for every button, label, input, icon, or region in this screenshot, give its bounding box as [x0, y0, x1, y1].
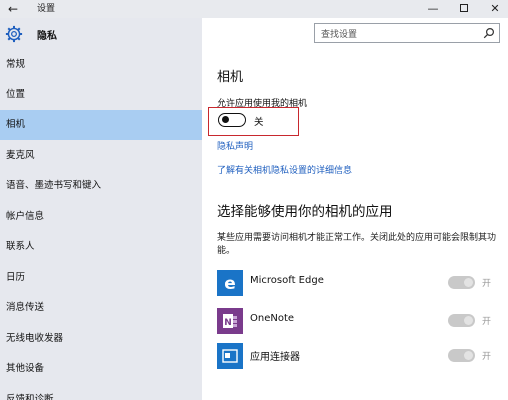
window-title: 设置	[37, 4, 56, 14]
section-title: 选择能够使用你的相机的应用	[217, 204, 393, 220]
maximize-icon	[460, 4, 468, 12]
sidebar-item-calendar[interactable]: 日历	[0, 263, 202, 293]
title-bar: ← 设置 — ✕	[0, 0, 508, 18]
minimize-button[interactable]: —	[418, 0, 448, 18]
sidebar-item-location[interactable]: 位置	[0, 80, 202, 110]
app-toggle-state: 开	[482, 317, 492, 327]
back-arrow-icon[interactable]: ←	[5, 1, 21, 17]
app-name: Microsoft Edge	[250, 275, 324, 286]
app-row-onenote: N OneNote 开	[217, 308, 500, 334]
camera-access-toggle[interactable]	[218, 113, 246, 127]
sidebar-item-messaging[interactable]: 消息传送	[0, 293, 202, 323]
app-row-edge: e Microsoft Edge 开	[217, 270, 500, 296]
app-toggle-state: 开	[482, 352, 492, 362]
app-toggle-state: 开	[482, 279, 492, 289]
sidebar-title: 隐私	[37, 31, 57, 42]
sidebar-item-contacts[interactable]: 联系人	[0, 232, 202, 262]
onenote-icon: N	[217, 308, 243, 334]
app-toggle[interactable]	[448, 276, 475, 289]
sidebar-item-account-info[interactable]: 帐户信息	[0, 202, 202, 232]
app-toggle-knob	[464, 278, 473, 287]
section-description: 某些应用需要访问相机才能正常工作。关闭此处的应用可能会限制其功能。	[217, 233, 497, 256]
maximize-button[interactable]	[449, 0, 479, 18]
search-icon	[483, 27, 495, 39]
sidebar-item-camera[interactable]: 相机	[0, 110, 202, 140]
edge-icon: e	[217, 270, 243, 296]
app-name: OneNote	[250, 313, 295, 324]
sidebar-item-general[interactable]: 常规	[0, 50, 202, 80]
app-toggle-knob	[464, 316, 473, 325]
svg-text:N: N	[224, 318, 232, 328]
app-name: 应用连接器	[250, 352, 300, 363]
app-row-app-connector: 应用连接器 开	[217, 343, 500, 369]
toggle-knob	[222, 116, 229, 123]
sidebar-item-other-devices[interactable]: 其他设备	[0, 354, 202, 384]
learn-more-link[interactable]: 了解有关相机隐私设置的详细信息	[217, 163, 352, 176]
app-toggle[interactable]	[448, 349, 475, 362]
app-toggle-knob	[464, 351, 473, 360]
search-placeholder: 查找设置	[321, 30, 358, 40]
sidebar-header[interactable]: 隐私	[0, 18, 202, 50]
gear-icon	[5, 25, 23, 43]
sidebar: 隐私 常规 位置 相机 麦克风 语音、墨迹书写和键入 帐户信息 联系人 日历 消…	[0, 18, 202, 400]
toggle-state-label: 关	[254, 117, 264, 128]
svg-text:e: e	[224, 274, 236, 294]
close-button[interactable]: ✕	[480, 0, 508, 18]
search-input[interactable]: 查找设置	[314, 23, 500, 43]
sidebar-item-speech-inking[interactable]: 语音、墨迹书写和键入	[0, 171, 202, 201]
sidebar-item-feedback[interactable]: 反馈和诊断	[0, 385, 202, 400]
sidebar-item-radios[interactable]: 无线电收发器	[0, 324, 202, 354]
page-title: 相机	[217, 70, 244, 85]
privacy-statement-link[interactable]: 隐私声明	[217, 139, 253, 152]
app-connector-icon	[217, 343, 243, 369]
app-toggle[interactable]	[448, 314, 475, 327]
sidebar-item-microphone[interactable]: 麦克风	[0, 141, 202, 171]
